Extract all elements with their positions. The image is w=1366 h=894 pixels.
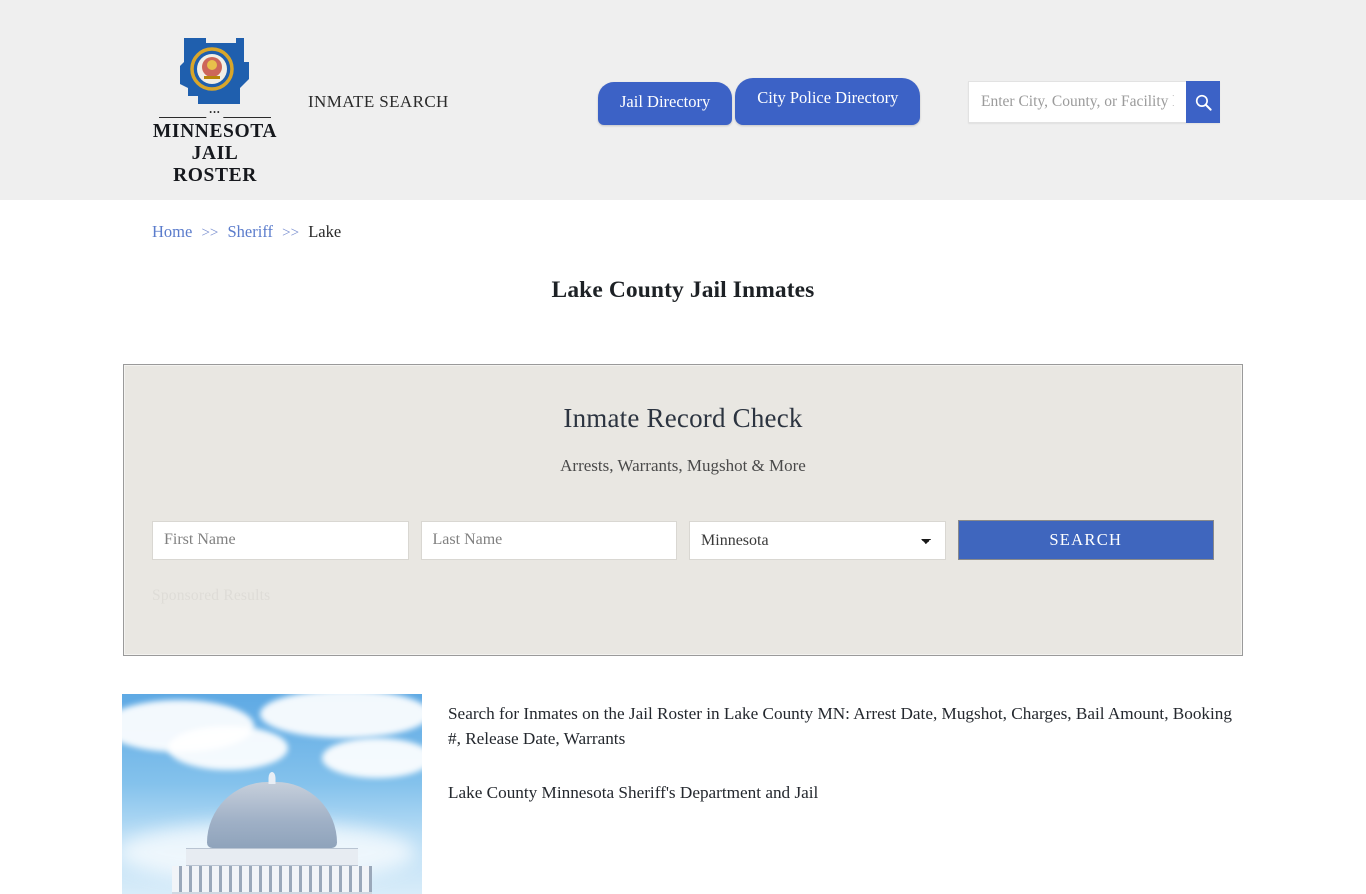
tagline: INMATE SEARCH — [308, 92, 449, 111]
nav-tab-city-police-directory[interactable]: City Police Directory — [735, 78, 921, 125]
facility-name: Lake County Minnesota Sheriff's Departme… — [448, 783, 819, 802]
brand-divider — [159, 117, 271, 118]
inmate-record-check-panel: Inmate Record Check Arrests, Warrants, M… — [123, 364, 1243, 656]
courthouse-dome-photo — [122, 694, 422, 894]
breadcrumb-separator: >> — [282, 225, 300, 241]
facility-description: Search for Inmates on the Jail Roster in… — [448, 704, 1232, 748]
record-check-form: Minnesota SEARCH — [124, 520, 1242, 561]
search-icon — [1195, 94, 1212, 111]
record-check-subtitle: Arrests, Warrants, Mugshot & More — [560, 456, 806, 476]
breadcrumb-item-home[interactable]: Home — [152, 222, 192, 241]
brand-name: MINNESOTA JAIL ROSTER — [148, 121, 282, 187]
state-select[interactable]: Minnesota — [689, 520, 946, 560]
header-inner: MINNESOTA JAIL ROSTER INMATE SEARCH Jail… — [120, 0, 1246, 200]
last-name-input[interactable] — [420, 520, 678, 560]
facility-info-section: Search for Inmates on the Jail Roster in… — [120, 694, 1246, 894]
breadcrumb-item-current: Lake — [308, 222, 342, 241]
site-logo[interactable]: MINNESOTA JAIL ROSTER — [148, 36, 282, 187]
record-check-title: Inmate Record Check — [563, 403, 803, 433]
breadcrumb-item-sheriff[interactable]: Sheriff — [228, 222, 274, 241]
page-title: Lake County Jail Inmates — [551, 277, 815, 303]
brand-name-line1: MINNESOTA — [152, 121, 278, 142]
main-content: Home >> Sheriff >> Lake Lake County Jail… — [120, 200, 1246, 894]
minnesota-state-seal-icon — [180, 38, 249, 104]
facility-info-text: Search for Inmates on the Jail Roster in… — [422, 694, 1244, 894]
first-name-input[interactable] — [152, 520, 409, 560]
site-header: MINNESOTA JAIL ROSTER INMATE SEARCH Jail… — [0, 0, 1366, 200]
brand-name-line2: JAIL ROSTER — [173, 143, 257, 186]
record-check-search-button[interactable]: SEARCH — [957, 520, 1214, 561]
header-search-form — [968, 81, 1220, 123]
header-search-button[interactable] — [1186, 81, 1220, 123]
breadcrumb: Home >> Sheriff >> Lake — [120, 200, 1246, 245]
primary-nav: Jail Directory City Police Directory — [598, 78, 921, 125]
header-search-input[interactable] — [968, 81, 1186, 123]
breadcrumb-separator: >> — [201, 225, 219, 241]
sponsored-results-label: Sponsored Results — [152, 587, 271, 604]
nav-tab-jail-directory[interactable]: Jail Directory — [598, 82, 733, 125]
